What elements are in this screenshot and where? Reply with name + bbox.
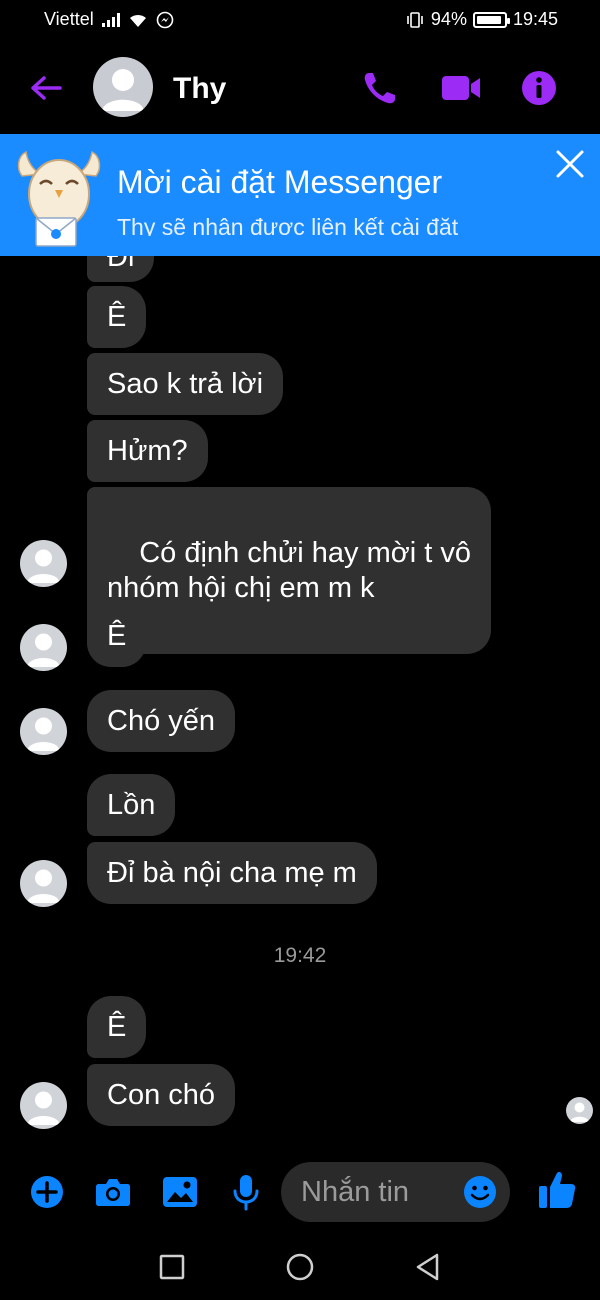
microphone-icon[interactable] <box>226 1172 266 1212</box>
battery-percent: 94% <box>430 9 467 29</box>
video-camera-icon[interactable] <box>440 67 482 109</box>
message-bubble[interactable]: Đỉ bà nội cha mẹ m <box>87 842 377 904</box>
info-icon[interactable] <box>518 67 560 109</box>
message-text: Ê <box>107 301 127 333</box>
message-text: Có định chửi hay mời t vô nhóm hội chị e… <box>107 537 472 604</box>
owl-mascot-icon <box>17 150 101 247</box>
status-bar: Viettel 94% 19:45 <box>0 0 600 42</box>
message-text: Đỉ bà nội cha mẹ m <box>107 857 357 889</box>
carrier-name: Viettel <box>44 9 94 29</box>
message-bubble[interactable]: Lồn <box>87 774 176 836</box>
plus-icon[interactable] <box>27 1172 67 1212</box>
chat-header: Thy <box>0 50 600 126</box>
timestamp: 19:42 <box>273 944 327 967</box>
seen-indicator-avatar <box>566 1097 593 1124</box>
message-input-container[interactable] <box>281 1162 510 1222</box>
phone-icon[interactable] <box>359 67 401 109</box>
message-text: Sao k trả lời <box>107 368 264 400</box>
message-text: Ê <box>107 620 127 652</box>
sender-avatar[interactable] <box>20 708 67 755</box>
close-icon[interactable] <box>552 146 588 182</box>
battery-fill <box>476 15 502 24</box>
message-input[interactable] <box>301 1174 461 1210</box>
emoji-icon[interactable] <box>462 1174 498 1210</box>
status-right: 94% 19:45 <box>405 9 558 30</box>
message-text: Đi <box>107 241 135 273</box>
message-text: Con chó <box>107 1079 216 1111</box>
banner-subtitle: Thy sẽ nhận được liên kết cài đặt <box>117 214 459 236</box>
message-bubble[interactable]: Ê <box>87 605 147 667</box>
sender-avatar[interactable] <box>20 860 67 907</box>
camera-icon[interactable] <box>93 1172 133 1212</box>
signal-icon <box>101 12 120 27</box>
message-bubble[interactable]: Ê <box>87 286 147 348</box>
status-left: Viettel <box>44 9 174 30</box>
message-text: Hửm? <box>107 435 188 467</box>
sender-avatar[interactable] <box>20 1082 67 1129</box>
message-bubble[interactable]: Sao k trả lời <box>87 353 284 415</box>
contact-name[interactable]: Thy <box>173 72 226 106</box>
image-icon[interactable] <box>160 1172 200 1212</box>
battery-icon <box>472 11 510 28</box>
message-bubble[interactable]: Có định chửi hay mời t vô nhóm hội chị e… <box>87 487 492 654</box>
message-bubble[interactable]: Chó yến <box>87 690 236 752</box>
message-bubble[interactable]: Ê <box>87 996 147 1058</box>
wifi-icon <box>129 14 146 27</box>
contact-avatar[interactable] <box>93 57 153 117</box>
message-bubble[interactable]: Con chó <box>87 1064 236 1126</box>
message-text: Ê <box>107 1011 127 1043</box>
clock: 19:45 <box>512 9 558 29</box>
banner-title: Mời cài đặt Messenger <box>117 164 443 200</box>
back-triangle-icon[interactable] <box>410 1249 446 1285</box>
sender-avatar[interactable] <box>20 624 67 671</box>
messenger-notification-icon <box>156 11 174 28</box>
recents-square-icon[interactable] <box>154 1249 190 1285</box>
message-text: Chó yến <box>107 705 216 737</box>
message-text: Lồn <box>107 789 156 821</box>
sender-avatar[interactable] <box>20 540 67 587</box>
home-circle-icon[interactable] <box>282 1249 318 1285</box>
vibrate-icon <box>407 11 423 28</box>
thumbs-up-icon[interactable] <box>536 1168 578 1212</box>
back-arrow-icon[interactable] <box>26 68 66 108</box>
message-bubble[interactable]: Hửm? <box>87 420 208 482</box>
